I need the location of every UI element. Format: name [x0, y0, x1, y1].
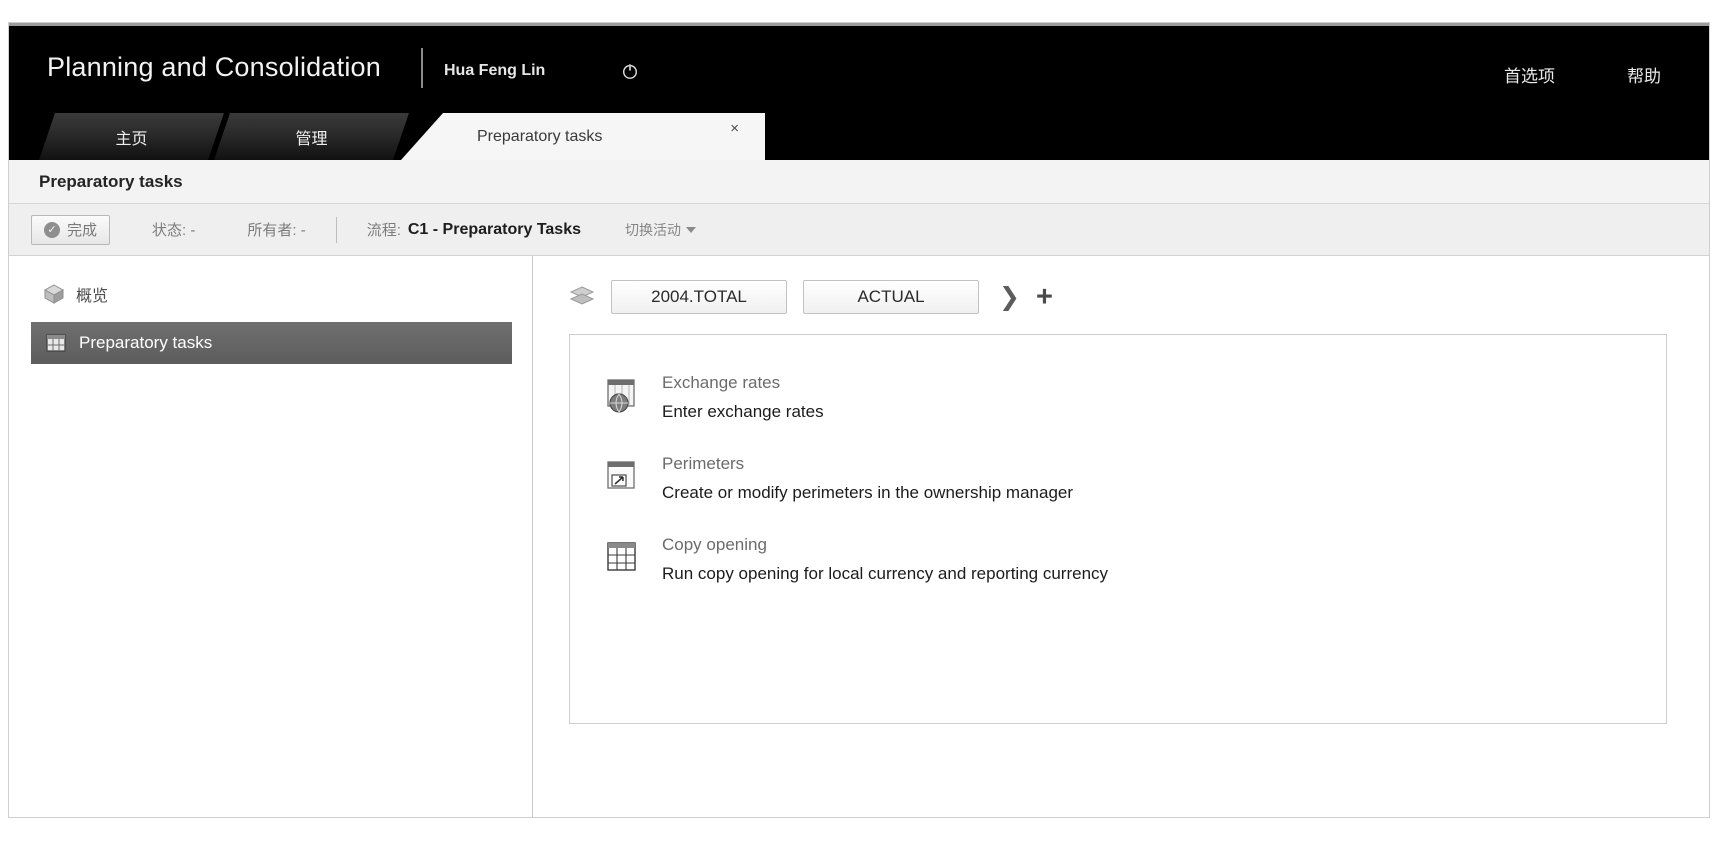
tab-strip: 主页 管理 Preparatory tasks × — [9, 107, 1709, 160]
task-description: Enter exchange rates — [662, 402, 824, 421]
add-icon[interactable]: + — [1036, 282, 1053, 312]
check-circle-icon: ✓ — [44, 221, 60, 238]
tab-preparatory-tasks-label: Preparatory tasks — [477, 127, 603, 145]
page-title-bar: Preparatory tasks — [9, 160, 1709, 204]
task-title: Copy opening — [662, 535, 767, 554]
process-label: 流程: — [366, 222, 401, 239]
task-texts: Exchange rates Enter exchange rates — [662, 373, 824, 422]
tab-home[interactable]: 主页 — [39, 113, 224, 160]
complete-button[interactable]: ✓ 完成 — [31, 214, 111, 245]
header-divider — [421, 48, 423, 88]
header-links: 首选项 帮助 — [1504, 62, 1661, 87]
main-panel: 2004.TOTAL ACTUAL ❯ + Exchange rates Ent… — [533, 256, 1709, 817]
context-button-period-label: 2004.TOTAL — [651, 287, 747, 306]
task-title: Perimeters — [662, 454, 745, 473]
owner-label: 所有者: — [247, 222, 297, 239]
tab-management-label: 管理 — [295, 130, 328, 148]
status-label: 状态: — [152, 222, 187, 239]
complete-button-label: 完成 — [67, 222, 98, 239]
stack-icon — [569, 285, 595, 309]
task-description: Create or modify perimeters in the owner… — [662, 483, 1074, 502]
tab-management[interactable]: 管理 — [214, 113, 409, 160]
content-area: 概览 Preparatory tasks 2004.TOTAL ACTUAL ❯… — [9, 256, 1709, 817]
owner-field: 所有者: - — [247, 219, 305, 240]
context-button-category[interactable]: ACTUAL — [803, 280, 979, 314]
status-value: - — [190, 222, 196, 239]
cube-icon — [43, 283, 65, 305]
app-brand-title: Planning and Consolidation — [47, 52, 381, 82]
sidebar-item-preparatory-tasks-label: Preparatory tasks — [79, 333, 213, 352]
sidebar-item-overview-label: 概览 — [76, 288, 109, 305]
context-bar: 2004.TOTAL ACTUAL ❯ + — [569, 274, 1709, 320]
page-title: Preparatory tasks — [39, 171, 183, 191]
sidebar-item-preparatory-tasks[interactable]: Preparatory tasks — [31, 322, 512, 364]
task-description: Run copy opening for local currency and … — [662, 564, 1109, 583]
task-row[interactable]: Perimeters Create or modify perimeters i… — [570, 440, 1666, 521]
switch-activity-label: 切换活动 — [625, 221, 681, 238]
toolbar-divider — [335, 216, 337, 243]
window-arrow-icon — [604, 458, 642, 496]
status-field: 状态: - — [152, 219, 195, 240]
task-title: Exchange rates — [662, 373, 781, 392]
chevron-right-icon[interactable]: ❯ — [999, 282, 1020, 312]
table-grid-icon — [604, 539, 642, 577]
power-icon[interactable] — [621, 62, 639, 80]
tab-preparatory-tasks[interactable]: Preparatory tasks × — [401, 113, 765, 160]
grid-icon — [45, 332, 67, 354]
close-icon[interactable]: × — [730, 121, 739, 136]
task-texts: Copy opening Run copy opening for local … — [662, 535, 1108, 584]
app-header: Planning and Consolidation Hua Feng Lin … — [9, 23, 1709, 107]
task-row[interactable]: Exchange rates Enter exchange rates — [570, 359, 1666, 440]
task-list: Exchange rates Enter exchange rates Peri… — [569, 334, 1667, 724]
current-user-name: Hua Feng Lin — [444, 62, 546, 79]
context-button-category-label: ACTUAL — [857, 287, 925, 306]
task-texts: Perimeters Create or modify perimeters i… — [662, 454, 1073, 503]
header-link-help[interactable]: 帮助 — [1627, 62, 1661, 87]
switch-activity-button[interactable]: 切换活动 — [625, 220, 696, 240]
sidebar-item-overview[interactable]: 概览 — [9, 276, 532, 312]
globe-sheet-icon — [604, 377, 642, 415]
owner-value: - — [300, 222, 306, 239]
context-button-period[interactable]: 2004.TOTAL — [611, 280, 787, 314]
tab-home-label: 主页 — [115, 130, 148, 148]
sidebar: 概览 Preparatory tasks — [9, 256, 533, 817]
app-screenshot: Planning and Consolidation Hua Feng Lin … — [0, 0, 1718, 841]
chevron-down-icon — [686, 226, 696, 233]
header-link-preferences[interactable]: 首选项 — [1504, 62, 1555, 87]
task-row[interactable]: Copy opening Run copy opening for local … — [570, 521, 1666, 602]
action-toolbar: ✓ 完成 状态: - 所有者: - 流程: C1 - Preparatory T… — [9, 204, 1709, 256]
app-window: Planning and Consolidation Hua Feng Lin … — [8, 22, 1710, 818]
process-value: C1 - Preparatory Tasks — [407, 220, 581, 238]
